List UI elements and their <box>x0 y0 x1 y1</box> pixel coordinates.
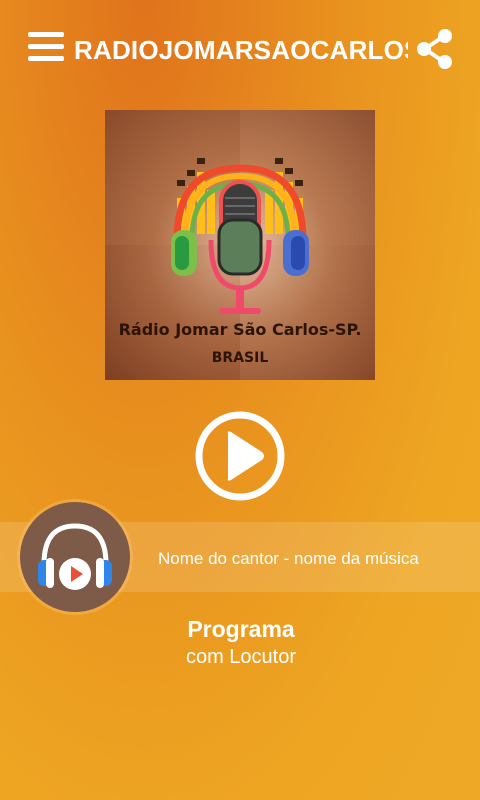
top-bar: RADIOJOMARSAOCARLOS <box>0 0 480 100</box>
program-host: com Locutor <box>185 646 297 668</box>
microphone-headphones-logo <box>171 158 309 314</box>
station-artwork: Rádio Jomar São Carlos-SP. BRASIL <box>105 110 375 380</box>
now-playing-text: Nome do cantor - nome da música <box>158 549 419 568</box>
artwork-country: BRASIL <box>211 350 269 366</box>
program-title: Programa <box>187 616 295 642</box>
share-icon[interactable] <box>414 28 456 70</box>
artwork-station-name: Rádio Jomar São Carlos-SP. <box>118 320 362 339</box>
headphones-play-icon <box>38 523 112 590</box>
app-title: RADIOJOMARSAOCARLOS <box>74 35 408 65</box>
play-icon <box>195 411 285 501</box>
listen-badge <box>20 502 130 612</box>
menu-icon[interactable] <box>28 32 64 64</box>
play-button[interactable] <box>194 410 286 502</box>
